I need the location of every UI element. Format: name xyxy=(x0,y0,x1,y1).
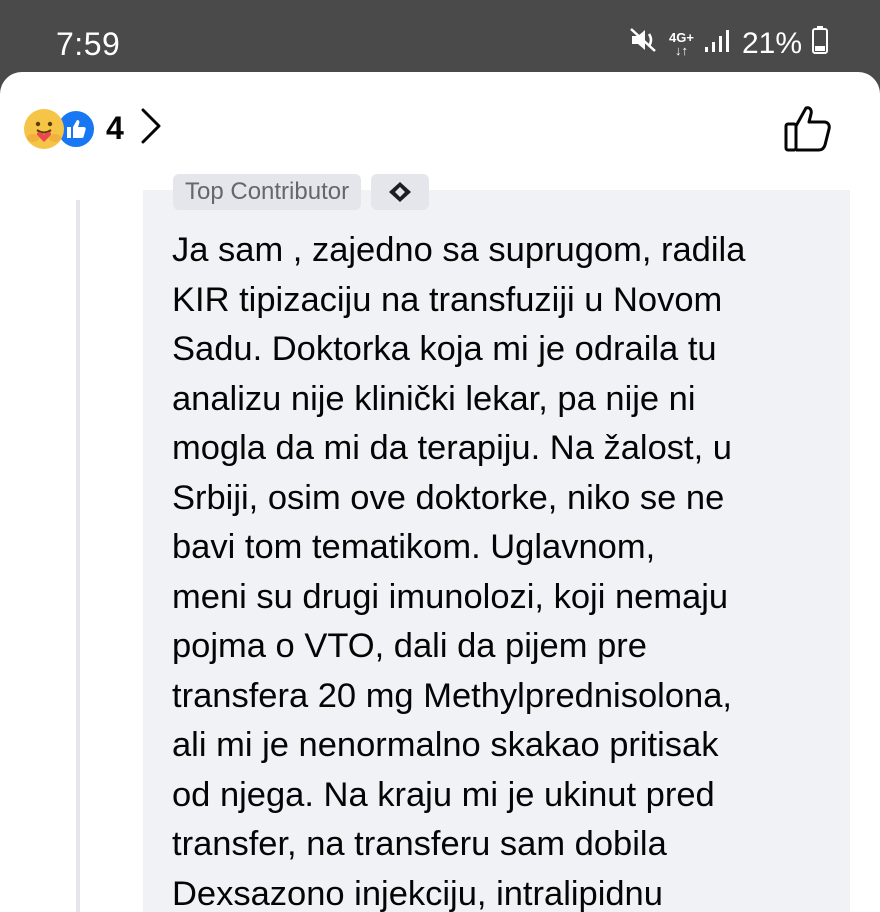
comment-line: Dexsazono injekciju, intralipidnu xyxy=(172,870,832,912)
signal-icon xyxy=(704,27,732,61)
comment-line: ali mi je nenormalno skakao pritisak xyxy=(172,721,832,771)
comment-line: transfera 20 mg Methylprednisolona, xyxy=(172,672,832,722)
reactions-sheet: 4 Top Contributor Ja sam , zajedno sa su… xyxy=(0,72,880,912)
comment-line: pojma o VTO, dali da pijem pre xyxy=(172,622,832,672)
comment-line: Srbiji, osim ove doktorke, niko se ne xyxy=(172,474,832,524)
chevron-right-icon[interactable] xyxy=(138,106,164,151)
contributor-badge-icon xyxy=(371,174,429,210)
reactions-summary[interactable]: 4 xyxy=(24,106,164,151)
mute-vibrate-icon xyxy=(629,27,659,61)
comment-line: Sadu. Doktorka koja mi je odraila tu xyxy=(172,325,832,375)
comment-line: analizu nije klinički lekar, pa nije ni xyxy=(172,375,832,425)
comment-text: Ja sam , zajedno sa suprugom, radilaKIR … xyxy=(172,226,832,912)
thumbs-up-outline-icon xyxy=(782,102,834,154)
battery-icon xyxy=(812,26,828,62)
status-icons: 4G+ ↓↑ 21% xyxy=(629,26,828,62)
comment-line: mogla da mi da terapiju. Na žalost, u xyxy=(172,424,832,474)
care-icon xyxy=(24,109,64,149)
thread-line xyxy=(76,200,80,912)
comment-line: Ja sam , zajedno sa suprugom, radila xyxy=(172,226,832,276)
comment-line: transfer, na transferu sam dobila xyxy=(172,820,832,870)
comment-line: bavi tom tematikom. Uglavnom, xyxy=(172,523,832,573)
badge-row: Top Contributor xyxy=(173,174,429,210)
like-button[interactable] xyxy=(782,102,834,159)
comment-bubble[interactable]: Top Contributor Ja sam , zajedno sa supr… xyxy=(143,190,850,912)
battery-percent: 21% xyxy=(742,27,802,61)
comment-line: KIR tipizaciju na transfuziji u Novom xyxy=(172,276,832,326)
comment-line: meni su drugi imunolozi, koji nemaju xyxy=(172,573,832,623)
top-contributor-badge: Top Contributor xyxy=(173,174,361,210)
reaction-count: 4 xyxy=(106,110,124,147)
network-arrows: ↓↑ xyxy=(669,44,694,57)
network-4g-icon: 4G+ ↓↑ xyxy=(669,31,694,57)
status-bar: 7:59 4G+ ↓↑ 21% xyxy=(0,0,880,72)
status-time: 7:59 xyxy=(56,26,120,63)
comment-line: od njega. Na kraju mi je ukinut pred xyxy=(172,771,832,821)
